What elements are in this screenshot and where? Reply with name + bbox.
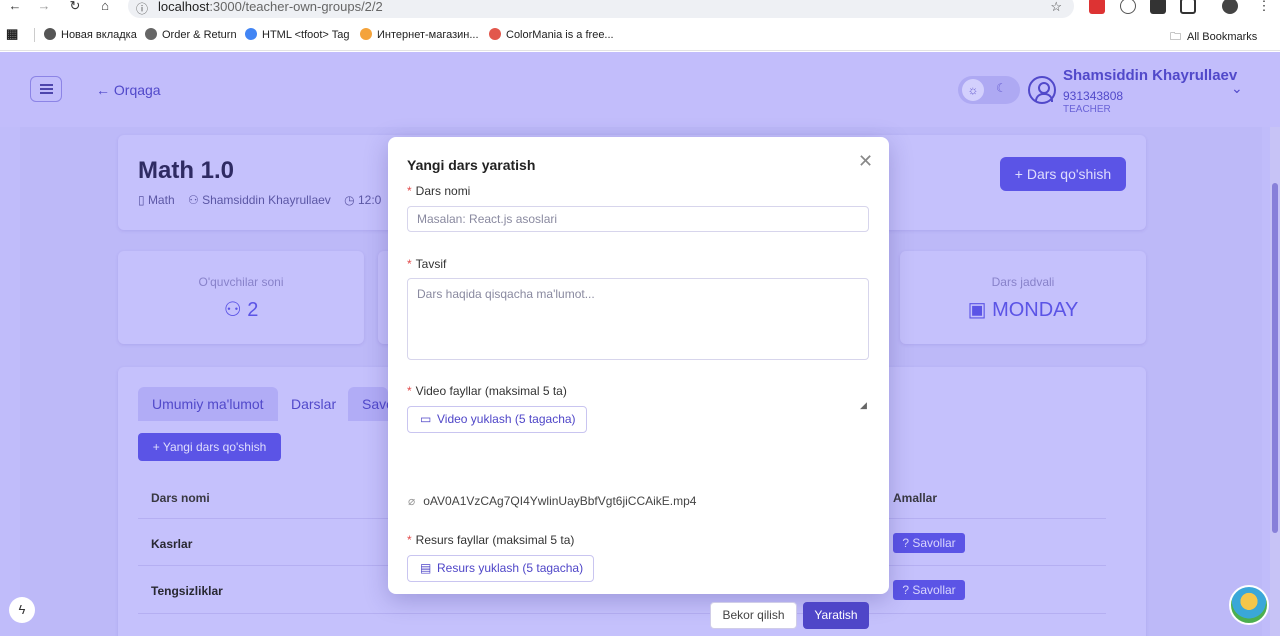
paperclip-icon: ⌀ <box>408 494 416 508</box>
video-upload-button[interactable]: ▭ Video yuklash (5 tagacha) <box>407 406 587 433</box>
address-bar[interactable]: ⓘ localhost:3000/teacher-own-groups/2/2 … <box>128 0 1074 18</box>
shop-icon <box>360 28 372 40</box>
close-icon[interactable]: ✕ <box>858 151 873 172</box>
bookmark-item[interactable]: Интернет-магазин... <box>360 28 479 41</box>
home-icon[interactable]: ⌂ <box>96 0 114 14</box>
back-arrow-icon[interactable]: ← <box>6 0 24 14</box>
description-label: * Tavsif <box>407 257 447 271</box>
bookmark-star-icon[interactable]: ☆ <box>1050 0 1062 15</box>
create-button[interactable]: Yaratish <box>803 602 869 629</box>
apps-grid-icon[interactable]: ▦ <box>6 26 18 42</box>
lesson-name-input[interactable] <box>407 206 869 232</box>
more-vertical-icon[interactable]: ⋮ <box>1255 0 1273 14</box>
name-label: * Dars nomi <box>407 184 471 198</box>
palette-icon <box>489 28 501 40</box>
reload-icon[interactable]: ↻ <box>66 0 84 14</box>
lightning-icon[interactable]: ϟ <box>9 597 35 623</box>
folder-icon: 🗀 <box>1170 31 1181 43</box>
cancel-button[interactable]: Bekor qilish <box>710 602 797 629</box>
bookmark-item[interactable]: HTML <tfoot> Tag <box>245 28 349 41</box>
site-info-icon[interactable]: ⓘ <box>136 0 148 17</box>
uploaded-file: ⌀ oAV0A1VzCAg7QI4YwlinUayBbfVgt6jiCCAikE.… <box>408 494 697 508</box>
resource-label: * Resurs fayllar (maksimal 5 ta) <box>407 533 575 547</box>
forward-arrow-icon[interactable]: → <box>35 0 53 14</box>
globe-icon <box>145 28 157 40</box>
resize-handle-icon[interactable]: ◢ <box>860 401 867 410</box>
profile-avatar[interactable] <box>1222 0 1238 14</box>
resource-upload-button[interactable]: ▤ Resurs yuklash (5 tagacha) <box>407 555 595 582</box>
extension-icon[interactable] <box>1150 0 1166 14</box>
bookmarks-divider <box>34 28 35 42</box>
video-icon: ▭ <box>420 412 432 426</box>
extension-icon[interactable] <box>1089 0 1105 14</box>
google-icon <box>245 28 257 40</box>
bookmarks-bar: ▦ Новая вкладка Order & Return HTML <tfo… <box>0 20 1280 51</box>
all-bookmarks[interactable]: 🗀 All Bookmarks <box>1170 28 1257 47</box>
bookmark-item[interactable]: Order & Return <box>145 28 237 41</box>
extension-icon[interactable] <box>1120 0 1136 14</box>
bookmark-item[interactable]: Новая вкладка <box>44 28 137 41</box>
url-text: localhost:3000/teacher-own-groups/2/2 <box>158 0 383 14</box>
video-label: * Video fayllar (maksimal 5 ta) <box>407 384 567 398</box>
description-textarea[interactable] <box>407 278 869 360</box>
modal-title: Yangi dars yaratish <box>407 157 536 173</box>
app-root: ← Orqaga ☼ ☾ Shamsiddin Khayrullaev 9313… <box>0 52 1280 636</box>
browser-toolbar: ← → ↻ ⌂ ⓘ localhost:3000/teacher-own-gro… <box>0 0 1280 20</box>
bookmark-item[interactable]: ColorMania is a free... <box>489 28 614 41</box>
globe-icon <box>44 28 56 40</box>
extensions-puzzle-icon[interactable] <box>1180 0 1196 14</box>
create-lesson-modal: Yangi dars yaratish ✕ *Dars nomi *Tavsif… <box>388 137 889 629</box>
assistant-avatar[interactable] <box>1229 585 1269 625</box>
file-icon: ▤ <box>420 561 432 575</box>
